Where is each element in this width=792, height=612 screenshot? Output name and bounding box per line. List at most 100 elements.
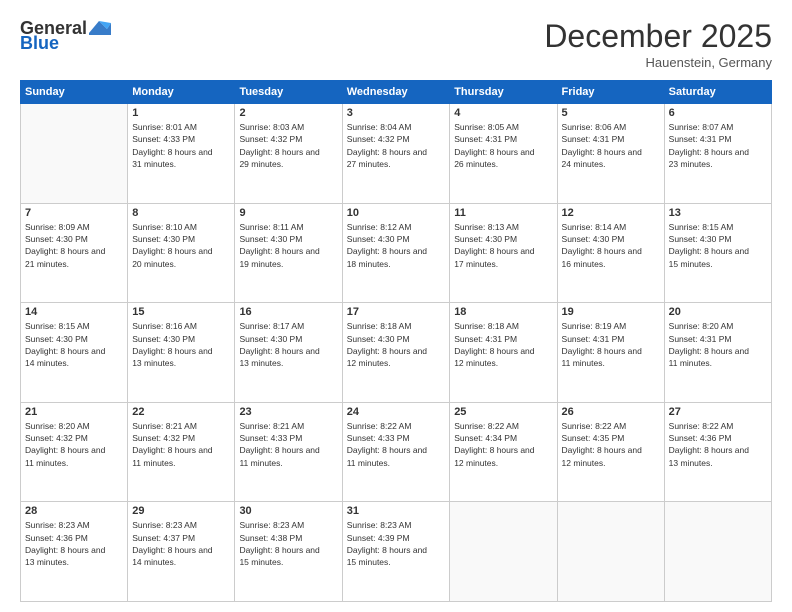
day-number: 9 [239, 207, 337, 219]
daylight-text-line1: Daylight: 8 hours and [454, 146, 552, 158]
daylight-text-line1: Daylight: 8 hours and [239, 146, 337, 158]
sunset-text: Sunset: 4:30 PM [25, 333, 123, 345]
calendar-cell [21, 104, 128, 204]
sunrise-text: Sunrise: 8:14 AM [562, 221, 660, 233]
daylight-text-line1: Daylight: 8 hours and [239, 245, 337, 257]
calendar-cell: 8Sunrise: 8:10 AMSunset: 4:30 PMDaylight… [128, 203, 235, 303]
daylight-text-line2: 29 minutes. [239, 158, 337, 170]
daylight-text-line1: Daylight: 8 hours and [239, 544, 337, 556]
daylight-text-line1: Daylight: 8 hours and [562, 444, 660, 456]
day-info: Sunrise: 8:18 AMSunset: 4:30 PMDaylight:… [347, 320, 445, 369]
day-number: 27 [669, 406, 767, 418]
day-info: Sunrise: 8:17 AMSunset: 4:30 PMDaylight:… [239, 320, 337, 369]
day-number: 15 [132, 306, 230, 318]
calendar-cell: 22Sunrise: 8:21 AMSunset: 4:32 PMDayligh… [128, 402, 235, 502]
daylight-text-line1: Daylight: 8 hours and [669, 444, 767, 456]
day-info: Sunrise: 8:11 AMSunset: 4:30 PMDaylight:… [239, 221, 337, 270]
sunrise-text: Sunrise: 8:16 AM [132, 320, 230, 332]
sunrise-text: Sunrise: 8:18 AM [347, 320, 445, 332]
col-friday: Friday [557, 81, 664, 104]
calendar-week-row-0: 1Sunrise: 8:01 AMSunset: 4:33 PMDaylight… [21, 104, 772, 204]
sunrise-text: Sunrise: 8:09 AM [25, 221, 123, 233]
day-number: 10 [347, 207, 445, 219]
sunset-text: Sunset: 4:37 PM [132, 532, 230, 544]
daylight-text-line2: 11 minutes. [132, 457, 230, 469]
day-number: 25 [454, 406, 552, 418]
daylight-text-line2: 12 minutes. [454, 457, 552, 469]
calendar-cell: 3 Sunrise: 8:04 AMSunset: 4:32 PMDaylight… [342, 104, 449, 204]
sunset-text: Sunset: 4:39 PM [347, 532, 445, 544]
daylight-text-line2: 12 minutes. [454, 357, 552, 369]
daylight-text-line1: Daylight: 8 hours and [25, 544, 123, 556]
daylight-text-line2: 15 minutes. [669, 258, 767, 270]
page: General Blue December 2025 Hauenstein, G… [0, 0, 792, 612]
calendar-cell: 1Sunrise: 8:01 AMSunset: 4:33 PMDaylight… [128, 104, 235, 204]
sunrise-text: Sunrise: 8:20 AM [25, 420, 123, 432]
calendar-cell: 17Sunrise: 8:18 AMSunset: 4:30 PMDayligh… [342, 303, 449, 403]
daylight-text-line1: Daylight: 8 hours and [132, 245, 230, 257]
day-number: 3 [347, 107, 445, 119]
day-info: Sunrise: 8:19 AMSunset: 4:31 PMDaylight:… [562, 320, 660, 369]
daylight-text-line1: Daylight: 8 hours and [239, 444, 337, 456]
daylight-text-line2: 15 minutes. [239, 556, 337, 568]
day-number: 21 [25, 406, 123, 418]
sunset-text: Sunset: 4:31 PM [562, 133, 660, 145]
daylight-text-line1: Daylight: 8 hours and [347, 245, 445, 257]
sunset-text: Sunset: 4:30 PM [239, 233, 337, 245]
sunset-text: Sunset: 4:32 PM [25, 432, 123, 444]
calendar-cell: 19Sunrise: 8:19 AMSunset: 4:31 PMDayligh… [557, 303, 664, 403]
sunset-text: Sunset: 4:30 PM [25, 233, 123, 245]
day-number: 13 [669, 207, 767, 219]
sunrise-text: Sunrise: 8:12 AM [347, 221, 445, 233]
daylight-text-line1: Daylight: 8 hours and [132, 544, 230, 556]
calendar-cell: 5Sunrise: 8:06 AMSunset: 4:31 PMDaylight… [557, 104, 664, 204]
calendar-cell: 9 Sunrise: 8:11 AMSunset: 4:30 PMDaylight… [235, 203, 342, 303]
location: Hauenstein, Germany [544, 55, 772, 70]
daylight-text-line1: Daylight: 8 hours and [454, 245, 552, 257]
calendar-cell: 31Sunrise: 8:23 AMSunset: 4:39 PMDayligh… [342, 502, 449, 602]
sunrise-text: Sunrise: 8:19 AM [562, 320, 660, 332]
header: General Blue December 2025 Hauenstein, G… [20, 18, 772, 70]
daylight-text-line1: Daylight: 8 hours and [132, 146, 230, 158]
daylight-text-line2: 15 minutes. [347, 556, 445, 568]
day-number: 1 [132, 107, 230, 119]
daylight-text-line2: 17 minutes. [454, 258, 552, 270]
day-number: 2 [239, 107, 337, 119]
calendar-cell: 14Sunrise: 8:15 AMSunset: 4:30 PMDayligh… [21, 303, 128, 403]
daylight-text-line1: Daylight: 8 hours and [669, 245, 767, 257]
daylight-text-line2: 13 minutes. [25, 556, 123, 568]
calendar-cell: 28Sunrise: 8:23 AMSunset: 4:36 PMDayligh… [21, 502, 128, 602]
logo: General Blue [20, 18, 111, 54]
sunrise-text: Sunrise: 8:11 AM [239, 221, 337, 233]
day-number: 22 [132, 406, 230, 418]
daylight-text-line2: 19 minutes. [239, 258, 337, 270]
day-number: 5 [562, 107, 660, 119]
day-info: Sunrise: 8:22 AMSunset: 4:36 PMDaylight:… [669, 420, 767, 469]
calendar-cell: 18Sunrise: 8:18 AMSunset: 4:31 PMDayligh… [450, 303, 557, 403]
day-info: Sunrise: 8:14 AMSunset: 4:30 PMDaylight:… [562, 221, 660, 270]
daylight-text-line1: Daylight: 8 hours and [347, 444, 445, 456]
calendar-cell: 30Sunrise: 8:23 AMSunset: 4:38 PMDayligh… [235, 502, 342, 602]
day-info: Sunrise: 8:04 AMSunset: 4:32 PMDaylight:… [347, 121, 445, 170]
sunset-text: Sunset: 4:32 PM [347, 133, 445, 145]
daylight-text-line1: Daylight: 8 hours and [562, 345, 660, 357]
daylight-text-line2: 24 minutes. [562, 158, 660, 170]
calendar-cell: 6Sunrise: 8:07 AMSunset: 4:31 PMDaylight… [664, 104, 771, 204]
day-info: Sunrise: 8:23 AMSunset: 4:38 PMDaylight:… [239, 519, 337, 568]
daylight-text-line1: Daylight: 8 hours and [25, 245, 123, 257]
day-number: 12 [562, 207, 660, 219]
day-info: Sunrise: 8:20 AMSunset: 4:31 PMDaylight:… [669, 320, 767, 369]
sunset-text: Sunset: 4:36 PM [669, 432, 767, 444]
sunset-text: Sunset: 4:30 PM [132, 233, 230, 245]
daylight-text-line1: Daylight: 8 hours and [347, 146, 445, 158]
calendar-cell: 29Sunrise: 8:23 AMSunset: 4:37 PMDayligh… [128, 502, 235, 602]
sunrise-text: Sunrise: 8:20 AM [669, 320, 767, 332]
daylight-text-line2: 11 minutes. [239, 457, 337, 469]
day-info: Sunrise: 8:16 AMSunset: 4:30 PMDaylight:… [132, 320, 230, 369]
sunrise-text: Sunrise: 8:18 AM [454, 320, 552, 332]
daylight-text-line2: 26 minutes. [454, 158, 552, 170]
sunset-text: Sunset: 4:33 PM [132, 133, 230, 145]
sunset-text: Sunset: 4:30 PM [132, 333, 230, 345]
day-number: 31 [347, 505, 445, 517]
sunrise-text: Sunrise: 8:23 AM [132, 519, 230, 531]
